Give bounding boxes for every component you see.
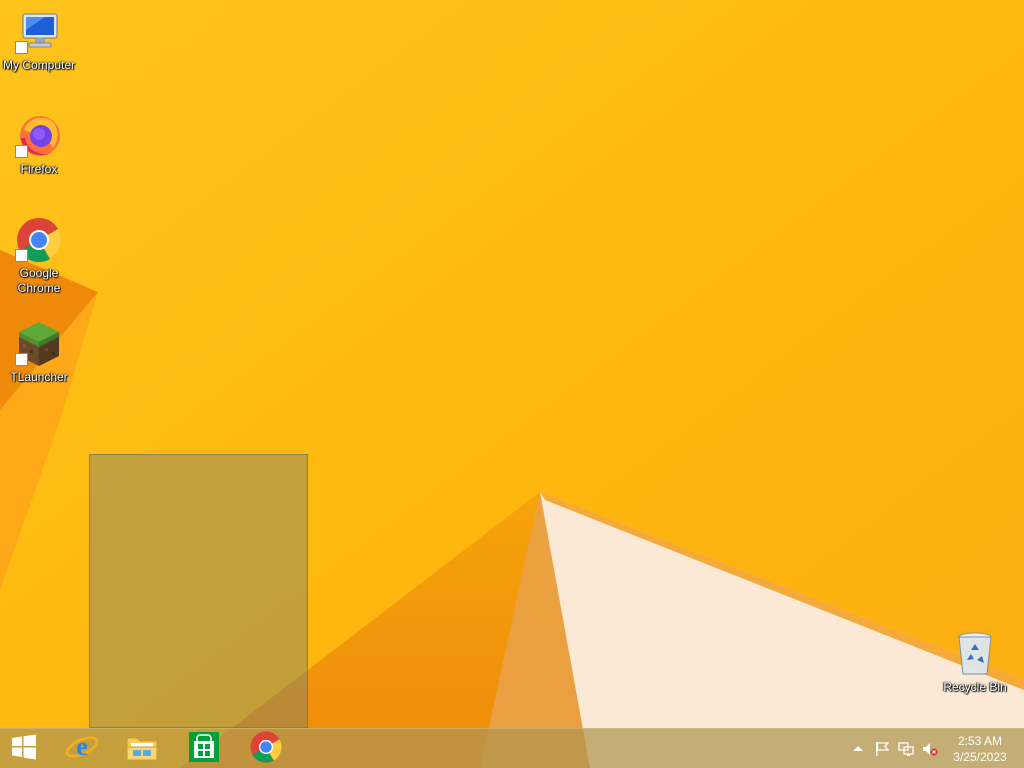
chevron-up-icon[interactable]: [850, 741, 866, 757]
chrome-icon: [15, 216, 63, 264]
start-button[interactable]: [0, 729, 48, 768]
taskbar-store-button[interactable]: [176, 729, 232, 768]
desktop-icon-label: TLauncher: [10, 370, 68, 384]
store-icon: [188, 731, 220, 768]
desktop[interactable]: My Computer Firefox Google Chrome TLaunc…: [0, 0, 1024, 768]
shortcut-arrow-icon: [15, 41, 28, 54]
desktop-icon-tlauncher[interactable]: TLauncher: [0, 320, 78, 385]
desktop-icon-label: Recycle Bin: [943, 680, 1007, 694]
desktop-icon-label: Google Chrome: [17, 266, 61, 295]
desktop-icon-firefox[interactable]: Firefox: [0, 112, 78, 177]
speaker-muted-icon[interactable]: [922, 741, 938, 757]
system-clock[interactable]: 2:53 AM 3/25/2023: [945, 733, 1015, 765]
internet-explorer-icon: e: [65, 730, 99, 768]
drag-selection-rectangle: [89, 454, 308, 728]
desktop-icon-label: My Computer: [2, 58, 76, 72]
computer-icon: [15, 8, 63, 56]
desktop-icon-my-computer[interactable]: My Computer: [0, 8, 78, 73]
taskbar-file-explorer-button[interactable]: [114, 729, 170, 768]
shortcut-arrow-icon: [15, 353, 28, 366]
minecraft-grass-block-icon: [15, 320, 63, 368]
windows-logo-icon: [10, 733, 38, 766]
taskbar: e 2:53 AM 3/25/2023: [0, 728, 1024, 768]
network-icon[interactable]: [898, 741, 914, 757]
clock-time: 2:53 AM: [957, 734, 1003, 748]
chrome-icon: [249, 730, 283, 768]
svg-text:e: e: [76, 732, 88, 761]
shortcut-arrow-icon: [15, 145, 28, 158]
shortcut-arrow-icon: [15, 249, 28, 262]
desktop-icon-google-chrome[interactable]: Google Chrome: [0, 216, 78, 296]
taskbar-internet-explorer-button[interactable]: e: [54, 729, 110, 768]
desktop-icon-recycle-bin[interactable]: Recycle Bin: [936, 630, 1014, 695]
recycle-bin-icon: [951, 630, 999, 678]
firefox-icon: [15, 112, 63, 160]
desktop-icon-label: Firefox: [20, 162, 58, 176]
taskbar-chrome-button[interactable]: [238, 729, 294, 768]
clock-date: 3/25/2023: [953, 750, 1007, 764]
folder-icon: [125, 732, 159, 767]
flag-icon[interactable]: [874, 741, 890, 757]
